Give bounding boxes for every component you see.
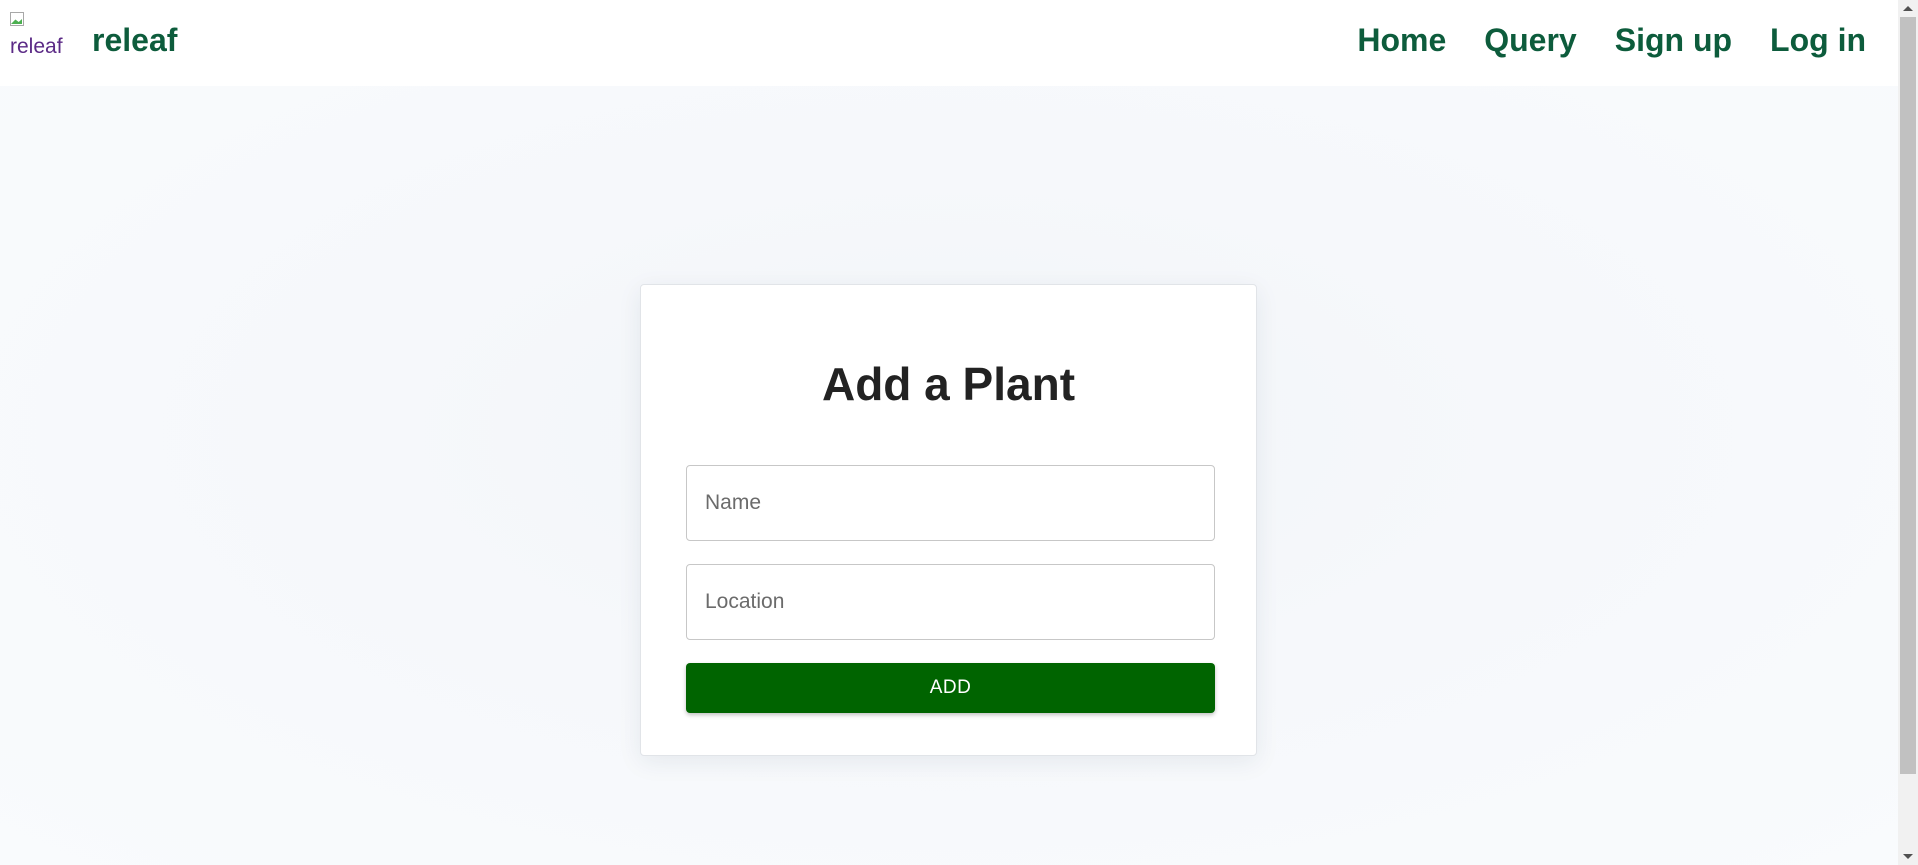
add-button[interactable]: ADD xyxy=(686,663,1215,713)
nav-link-query[interactable]: Query xyxy=(1484,22,1576,59)
nav-links: Home Query Sign up Log in xyxy=(1357,22,1866,59)
nav-link-home[interactable]: Home xyxy=(1357,22,1446,59)
logo-alt-text: releaf xyxy=(10,35,63,58)
scrollbar-thumb[interactable] xyxy=(1900,17,1916,774)
add-plant-card: Add a Plant ADD xyxy=(640,284,1257,756)
scroll-down-arrow-icon[interactable] xyxy=(1898,848,1918,865)
nav-link-sign-up[interactable]: Sign up xyxy=(1615,22,1732,59)
scroll-up-arrow-icon[interactable] xyxy=(1898,0,1918,17)
logo-image[interactable]: releaf xyxy=(9,11,67,61)
location-input[interactable] xyxy=(686,564,1215,640)
navbar: releaf releaf Home Query Sign up Log in xyxy=(0,0,1898,86)
vertical-scrollbar[interactable] xyxy=(1898,0,1918,865)
broken-image-icon xyxy=(9,11,25,27)
page-viewport: releaf releaf Home Query Sign up Log in … xyxy=(0,0,1898,865)
nav-link-log-in[interactable]: Log in xyxy=(1770,22,1866,59)
form-title: Add a Plant xyxy=(821,358,1076,410)
name-input[interactable] xyxy=(686,465,1215,541)
brand-name-link[interactable]: releaf xyxy=(92,22,177,59)
